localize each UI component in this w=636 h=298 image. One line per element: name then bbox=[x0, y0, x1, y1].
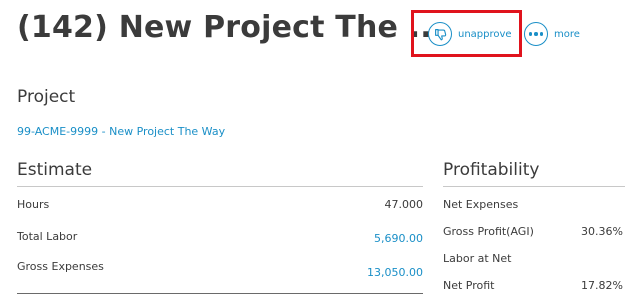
ellipsis-icon bbox=[524, 22, 548, 46]
unapprove-label: unapprove bbox=[458, 28, 512, 40]
estimate-hours-label: Hours bbox=[17, 198, 50, 211]
net-profit-value: 17.82% bbox=[581, 279, 623, 292]
profitability-divider bbox=[443, 186, 625, 187]
project-detail-page: (142) New Project The ... unapprove more… bbox=[0, 0, 636, 298]
page-title: (142) New Project The ... bbox=[17, 10, 444, 45]
estimate-heading: Estimate bbox=[17, 160, 93, 180]
more-button[interactable]: more bbox=[524, 22, 580, 46]
net-profit-label: Net Profit bbox=[443, 279, 495, 292]
estimate-gross-expenses-value[interactable]: 13,050.00 bbox=[367, 266, 423, 279]
net-expenses-label: Net Expenses bbox=[443, 198, 519, 211]
gross-profit-label: Gross Profit(AGI) bbox=[443, 225, 534, 238]
profitability-heading: Profitability bbox=[443, 160, 540, 180]
labor-at-net-label: Labor at Net bbox=[443, 252, 512, 265]
unapprove-button[interactable]: unapprove bbox=[428, 22, 512, 46]
estimate-gross-expenses-label: Gross Expenses bbox=[17, 260, 104, 273]
project-heading: Project bbox=[17, 87, 76, 107]
estimate-divider bbox=[17, 186, 423, 187]
project-link[interactable]: 99-ACME-9999 - New Project The Way bbox=[17, 125, 225, 138]
thumbs-down-icon bbox=[428, 22, 452, 46]
estimate-total-labor-label: Total Labor bbox=[17, 230, 78, 243]
gross-profit-value: 30.36% bbox=[581, 225, 623, 238]
estimate-total-labor-value[interactable]: 5,690.00 bbox=[374, 232, 423, 245]
estimate-hours-value: 47.000 bbox=[384, 198, 424, 211]
more-label: more bbox=[554, 28, 580, 40]
estimate-bottom-divider bbox=[17, 293, 423, 294]
